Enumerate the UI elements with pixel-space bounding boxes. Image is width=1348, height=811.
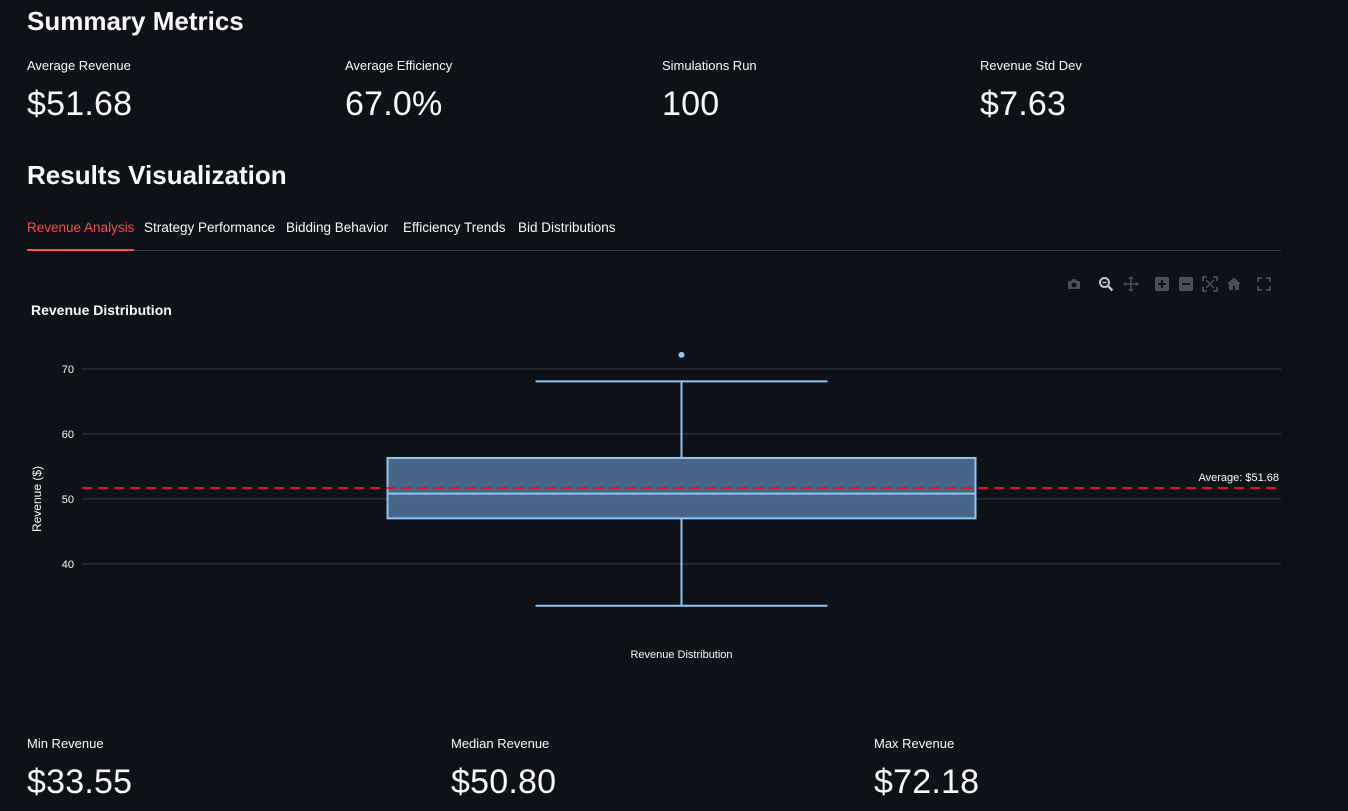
metric-label: Max Revenue [874, 736, 955, 751]
revenue-box-chart: 40 50 60 70 Revenue ($) Average: $51.68 Revenu… [30, 351, 1281, 661]
metric-label: Median Revenue [451, 736, 550, 751]
page: Summary Metrics Average Revenue $51.68 A… [0, 0, 1348, 811]
metric-value: $72.18 [874, 763, 980, 801]
y-tick-label: 50 [62, 494, 74, 506]
metric-median-revenue: Median Revenue $50.80 [451, 736, 556, 802]
average-annotation: Average: $51.68 [1198, 472, 1279, 484]
metric-min-revenue: Min Revenue $33.55 [27, 736, 132, 802]
outlier-point [678, 351, 685, 358]
metric-label: Min Revenue [27, 736, 104, 751]
y-tick-label: 70 [62, 364, 74, 376]
y-tick-label: 60 [62, 429, 74, 441]
metric-value: $33.55 [27, 763, 133, 801]
y-axis-label: Revenue ($) [30, 466, 44, 532]
metric-max-revenue: Max Revenue $72.18 [874, 736, 979, 802]
metric-value: $50.80 [451, 763, 557, 801]
x-category-label: Revenue Distribution [630, 649, 732, 661]
y-tick-label: 40 [62, 559, 74, 571]
